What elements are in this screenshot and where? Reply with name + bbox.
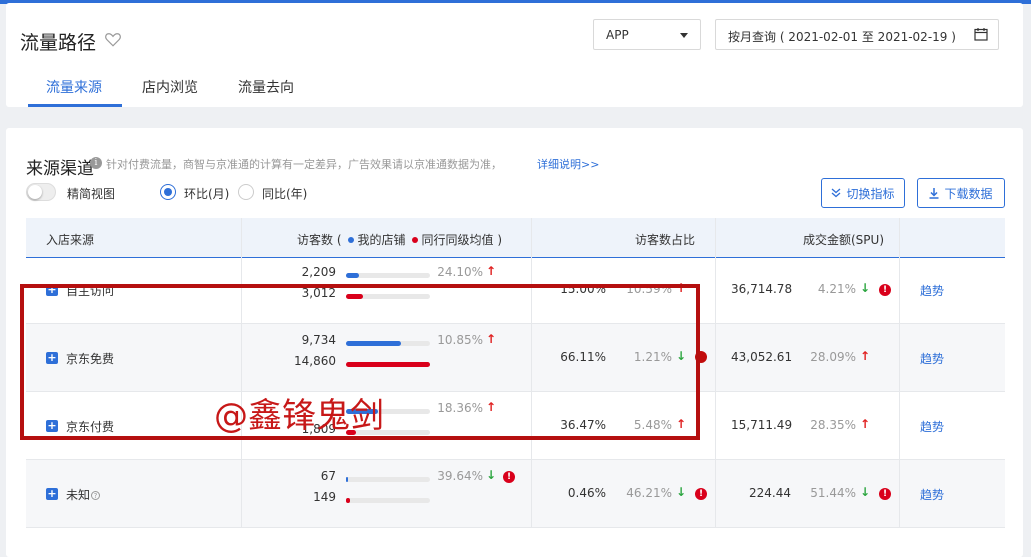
warning-icon[interactable]: !	[503, 471, 515, 483]
download-data-button[interactable]: 下载数据	[917, 178, 1005, 208]
col-source-header: 入店来源	[46, 233, 95, 247]
my-visitors-bar	[346, 273, 359, 278]
switch-metric-button[interactable]: 切换指标	[821, 178, 905, 208]
my-visitors-bar-track	[346, 273, 430, 278]
compact-view-toggle[interactable]	[26, 183, 56, 201]
date-range-picker[interactable]: 按月查询 ( 2021-02-01 至 2021-02-19 )	[715, 19, 999, 50]
peer-visitors-bar	[346, 498, 351, 503]
peer-visitors-bar-track	[346, 498, 430, 503]
tab-traffic-destination[interactable]: 流量去向	[238, 77, 294, 97]
my-store-legend-label: 我的店铺	[357, 233, 406, 247]
share-change-value: 46.21%	[626, 486, 672, 500]
down-arrow-icon: ↓	[486, 468, 497, 482]
radio-mom-label: 环比(月)	[184, 187, 230, 201]
table-row	[26, 460, 1005, 528]
up-arrow-icon: ↑	[486, 264, 497, 278]
detail-link[interactable]: 详细说明>>	[537, 156, 599, 172]
amount-value: 15,711.49	[731, 418, 793, 432]
column-divider	[899, 218, 900, 527]
platform-select[interactable]: APP	[593, 19, 701, 50]
double-chevron-down-icon	[832, 188, 841, 198]
warning-icon[interactable]: !	[695, 488, 707, 500]
amount-change-value: 4.21%	[817, 282, 856, 296]
expand-plus-icon[interactable]: +	[46, 488, 58, 500]
amount-change-value: 28.35%	[810, 418, 856, 432]
radio-yoy-label: 同比(年)	[262, 187, 308, 201]
trend-link[interactable]: 趋势	[920, 486, 944, 503]
column-divider	[715, 218, 716, 527]
peer-visitors-value: 149	[313, 490, 336, 504]
peer-legend-dot	[411, 236, 418, 243]
amount-change-value: 28.09%	[810, 350, 856, 364]
warning-icon[interactable]: !	[879, 488, 891, 500]
up-arrow-icon: ↑	[860, 417, 871, 431]
col-visitors-header: 访客数 ( 我的店铺 同行同级均值 )	[297, 231, 502, 248]
radio-mom[interactable]	[160, 184, 176, 200]
platform-select-value: APP	[606, 28, 629, 42]
section-title: 来源渠道	[26, 159, 94, 179]
row-source-name: 未知?	[66, 486, 101, 503]
chevron-down-icon	[680, 33, 688, 38]
download-icon	[929, 187, 939, 199]
switch-metric-label: 切换指标	[846, 186, 895, 201]
peer-legend-label: 同行同级均值 )	[421, 233, 503, 247]
page-title: 流量路径	[20, 32, 97, 54]
visitor-change-value: 39.64%	[437, 469, 483, 483]
tab-traffic-source[interactable]: 流量来源	[46, 77, 102, 97]
trend-link[interactable]: 趋势	[920, 350, 944, 367]
section-description: 针对付费流量，商智与京准通的计算有一定差异，广告效果请以京准通数据为准，	[106, 158, 502, 171]
col-amount-header: 成交金额(SPU)	[803, 233, 885, 247]
visitor-change-value: 24.10%	[437, 265, 483, 279]
col-visitors-label: 访客数 (	[297, 233, 342, 247]
watermark-text: @鑫锋鬼剑	[214, 396, 384, 436]
down-arrow-icon: ↓	[676, 485, 687, 499]
tab-store-browsing[interactable]: 店内浏览	[142, 77, 198, 97]
warning-icon[interactable]: !	[879, 284, 891, 296]
favorite-heart-icon[interactable]	[104, 30, 122, 48]
amount-value: 43,052.61	[731, 350, 793, 364]
col-share-header: 访客数占比	[635, 233, 696, 247]
my-visitors-bar	[346, 477, 348, 482]
date-range-value: 按月查询 ( 2021-02-01 至 2021-02-19 )	[728, 30, 956, 44]
my-visitors-bar-track	[346, 477, 430, 482]
amount-value: 224.44	[749, 486, 791, 500]
my-visitors-value: 67	[320, 469, 336, 483]
download-data-label: 下载数据	[944, 186, 993, 201]
down-arrow-icon: ↓	[860, 281, 871, 295]
my-store-legend-dot	[347, 236, 354, 243]
down-arrow-icon: ↓	[860, 485, 871, 499]
trend-link[interactable]: 趋势	[920, 282, 944, 299]
radio-yoy[interactable]	[238, 184, 254, 200]
info-icon[interactable]: i	[90, 157, 102, 169]
compact-view-label: 精简视图	[67, 187, 116, 201]
trend-link[interactable]: 趋势	[920, 418, 944, 435]
calendar-icon	[974, 28, 988, 41]
row-source-label: 未知	[66, 488, 91, 502]
up-arrow-icon: ↑	[860, 349, 871, 363]
help-question-icon[interactable]: ?	[91, 491, 101, 500]
my-visitors-value: 2,209	[301, 265, 336, 279]
amount-change-value: 51.44%	[810, 486, 856, 500]
share-value: 0.46%	[567, 486, 606, 500]
amount-value: 36,714.78	[731, 282, 793, 296]
active-tab-indicator	[28, 104, 122, 107]
toggle-knob	[28, 185, 42, 199]
